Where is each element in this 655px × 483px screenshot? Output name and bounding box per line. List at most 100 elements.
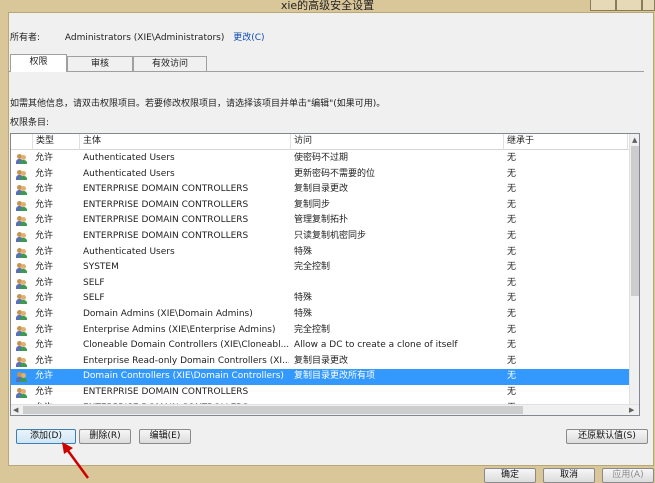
permission-entries-list[interactable]: 类型 主体 访问 继承于 应 允许 Authenticated Users 使密码不…: [10, 133, 640, 416]
vertical-scrollbar[interactable]: ▲: [629, 134, 639, 405]
cell-inherited: 无: [507, 324, 517, 335]
user-group-icon: [16, 294, 27, 305]
cell-type: 允许: [35, 199, 54, 210]
cancel-button[interactable]: 取消: [543, 468, 595, 483]
cell-access: 特殊: [294, 246, 313, 257]
cell-type: 允许: [35, 355, 54, 366]
table-row[interactable]: 允许Authenticated Users更新密码不需要的位无只: [11, 167, 639, 183]
user-group-icon: [16, 341, 27, 352]
user-group-icon: [16, 154, 27, 164]
cell-principal: Domain Controllers (XIE\Domain Controlle…: [83, 371, 284, 382]
table-row[interactable]: 允许ENTERPRISE DOMAIN CONTROLLERS复制同步无只: [11, 198, 639, 214]
horizontal-scroll-thumb[interactable]: [23, 406, 523, 414]
owner-value: Administrators (XIE\Administrators): [64, 33, 225, 43]
tab-auditing[interactable]: 审核: [67, 56, 133, 72]
table-row[interactable]: 允许 ENTERPRISE DOMAIN CONTROLLERS 只读复制机密同步 无…: [11, 229, 639, 245]
cell-principal: Enterprise Read-only Domain Controllers …: [83, 355, 289, 366]
cell-principal: Domain Admins (XIE\Domain Admins): [83, 309, 253, 319]
table-row-selected[interactable]: 允许 Domain Controllers (XIE\Domain Control…: [11, 369, 639, 385]
cell-principal: ENTERPRISE DOMAIN CONTROLLERS: [83, 199, 249, 210]
minimize-button[interactable]: [590, 0, 616, 11]
cell-principal: Authenticated Users: [83, 153, 175, 163]
cell-type: 允许: [35, 168, 54, 179]
tab-effective-access[interactable]: 有效访问: [133, 56, 207, 72]
owner-line: 所有者: Administrators (XIE\Administrators)…: [10, 30, 265, 43]
cell-access: [294, 385, 502, 400]
restore-defaults-button[interactable]: 还原默认值(S): [566, 429, 648, 444]
advanced-security-window: xie的高级安全设置 所有者: Administrators (XIE\Admi…: [0, 0, 655, 483]
table-row[interactable]: 允许 Cloneable Domain Controllers (XIE\Clon…: [11, 338, 639, 354]
user-group-icon: [16, 216, 27, 227]
edit-button[interactable]: 编辑(E): [139, 429, 191, 444]
cell-principal: ENTERPRISE DOMAIN CONTROLLERS: [83, 215, 249, 226]
permission-entries-label: 权限条目:: [10, 118, 50, 128]
user-group-icon: [16, 263, 27, 274]
close-button[interactable]: [642, 0, 655, 11]
cell-type: 允许: [35, 262, 54, 273]
title-bar: xie的高级安全设置: [0, 0, 655, 12]
cell-inherited: 无: [507, 231, 517, 241]
cell-access: 特殊: [294, 309, 313, 319]
cell-principal: Cloneable Domain Controllers (XIE\Clonea…: [83, 340, 289, 351]
cell-principal: Authenticated Users: [83, 246, 175, 257]
user-group-icon: [16, 278, 27, 289]
column-principal-header[interactable]: 主体: [80, 134, 291, 150]
scroll-right-arrow-icon[interactable]: ▶: [629, 406, 634, 414]
table-row[interactable]: 允许SELF特殊无全: [11, 291, 639, 307]
cell-principal: ENTERPRISE DOMAIN CONTROLLERS: [83, 184, 249, 195]
cell-access: 特殊: [294, 293, 313, 304]
table-row[interactable]: 允许 Enterprise Admins (XIE\Enterprise Admi…: [11, 323, 639, 339]
column-icon-header[interactable]: [11, 134, 33, 150]
table-row[interactable]: 允许Authenticated Users特殊无只: [11, 245, 639, 261]
list-header: 类型 主体 访问 继承于 应: [11, 134, 639, 150]
cell-type: 允许: [35, 231, 54, 241]
red-arrow-annotation-icon: [62, 442, 90, 479]
vertical-scroll-thumb[interactable]: [631, 146, 639, 296]
cell-type: 允许: [35, 153, 54, 163]
table-row[interactable]: 允许ENTERPRISE DOMAIN CONTROLLERS无后: [11, 385, 639, 401]
maximize-button[interactable]: [616, 0, 642, 11]
cell-type: 允许: [35, 371, 54, 382]
column-inherited-header[interactable]: 继承于: [504, 134, 628, 150]
cell-inherited: 无: [507, 262, 517, 273]
cell-type: 允许: [35, 293, 54, 304]
cell-inherited: 无: [507, 199, 517, 210]
scroll-left-arrow-icon[interactable]: ◀: [13, 406, 18, 414]
owner-label: 所有者:: [10, 33, 41, 43]
column-type-header[interactable]: 类型: [33, 134, 80, 150]
table-row[interactable]: 允许ENTERPRISE DOMAIN CONTROLLERS复制目录更改无只: [11, 182, 639, 198]
table-row[interactable]: 允许ENTERPRISE DOMAIN CONTROLLERS管理复制拓扑无只: [11, 213, 639, 229]
table-row[interactable]: 允许Authenticated Users使密码不过期无只: [11, 151, 639, 167]
cell-inherited: 无: [507, 246, 517, 257]
cell-principal: SYSTEM: [83, 262, 119, 273]
column-access-header[interactable]: 访问: [291, 134, 504, 150]
table-row[interactable]: 允许Domain Admins (XIE\Domain Admins)特殊无只: [11, 307, 639, 323]
cell-access: 只读复制机密同步: [294, 231, 367, 241]
table-row[interactable]: 允许 Enterprise Read-only Domain Controller…: [11, 354, 639, 370]
cell-type: 允许: [35, 184, 54, 195]
scroll-up-arrow-icon[interactable]: ▲: [632, 136, 637, 144]
cell-inherited: 无: [507, 153, 517, 163]
user-group-icon: [16, 247, 27, 258]
cell-access: 复制目录更改: [294, 184, 349, 195]
cell-inherited: 无: [507, 277, 517, 288]
ok-button[interactable]: 确定: [484, 468, 536, 483]
table-row[interactable]: 允许SYSTEM完全控制无只: [11, 260, 639, 276]
cell-access: 使密码不过期: [294, 153, 349, 163]
user-group-icon: [16, 185, 27, 196]
tab-permissions[interactable]: 权限: [10, 54, 67, 72]
user-group-icon: [16, 372, 27, 383]
cell-inherited: 无: [507, 215, 517, 226]
cell-inherited: 无: [507, 371, 517, 382]
cell-type: 允许: [35, 324, 54, 335]
cell-inherited: 无: [507, 293, 517, 304]
table-row[interactable]: 允许SELF无这: [11, 276, 639, 292]
horizontal-scrollbar[interactable]: ◀ ▶: [11, 404, 639, 415]
cell-access: Allow a DC to create a clone of itself: [294, 340, 458, 351]
cell-inherited: 无: [507, 168, 517, 179]
apply-button[interactable]: 应用(A): [602, 468, 654, 483]
cell-inherited: 无: [507, 309, 517, 319]
user-group-icon: [16, 232, 27, 242]
change-owner-link[interactable]: 更改(C): [233, 33, 264, 43]
cell-principal: ENTERPRISE DOMAIN CONTROLLERS: [83, 387, 249, 397]
